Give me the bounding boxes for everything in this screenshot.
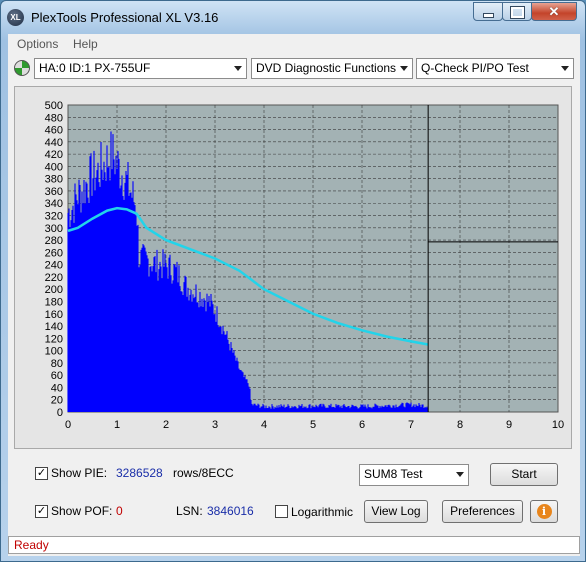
chevron-down-icon [456,472,464,477]
preferences-button[interactable]: Preferences [442,500,523,523]
y-tick-label: 160 [45,309,63,321]
x-tick-label: 0 [65,419,71,431]
y-tick-label: 380 [45,174,63,186]
y-tick-label: 240 [45,260,63,272]
y-tick-label: 260 [45,247,63,259]
lsn-value: 3846016 [207,504,254,518]
client-area: Options Help HA:0 ID:1 PX-755UF DVD Diag… [8,34,580,556]
y-tick-label: 60 [51,370,63,382]
maximize-button[interactable] [502,2,532,21]
view-log-button[interactable]: View Log [364,500,428,523]
minimize-button[interactable] [473,2,503,21]
maximize-icon [509,6,525,19]
y-tick-label: 360 [45,186,63,198]
info-button[interactable]: i [530,500,558,523]
y-tick-label: 20 [51,395,63,407]
y-tick-label: 280 [45,235,63,247]
show-pof-label: Show POF: [51,504,113,518]
logarithmic-label: Logarithmic [291,505,354,519]
pie-value: 3286528 [116,466,163,480]
logarithmic-checkbox[interactable] [275,505,288,518]
y-tick-label: 180 [45,296,63,308]
function-select[interactable]: DVD Diagnostic Functions [251,58,413,79]
toolbar: HA:0 ID:1 PX-755UF DVD Diagnostic Functi… [8,56,580,82]
drive-select-value: HA:0 ID:1 PX-755UF [39,61,151,75]
y-tick-label: 300 [45,223,63,235]
sum-test-select[interactable]: SUM8 Test [359,464,469,486]
y-tick-label: 140 [45,321,63,333]
y-tick-label: 40 [51,382,63,394]
menu-help[interactable]: Help [73,37,98,51]
x-tick-label: 4 [261,419,267,431]
chevron-down-icon [400,66,408,71]
x-tick-label: 2 [163,419,169,431]
show-pie-label: Show PIE: [51,466,108,480]
controls-panel: ✓ Show PIE: 3286528 rows/8ECC SUM8 Test … [8,454,580,534]
chart-panel: 0 20 40 60 80 100 120 140 160 180 200 220 240 260 280 3… [14,86,572,449]
x-tick-label: 8 [457,419,463,431]
y-tick-label: 440 [45,137,63,149]
y-tick-label: 220 [45,272,63,284]
status-text: Ready [14,538,49,552]
x-tick-label: 9 [506,419,512,431]
x-tick-label: 6 [359,419,365,431]
window-title: PlexTools Professional XL V3.16 [31,10,219,25]
pie-po-chart: 0204060801001201401601802002202402602803… [45,100,564,431]
test-select[interactable]: Q-Check PI/PO Test [416,58,574,79]
lsn-label: LSN: [176,504,203,518]
y-tick-label: 460 [45,125,63,137]
start-button[interactable]: Start [490,463,558,486]
menu-bar: Options Help [8,34,580,54]
y-tick-label: 200 [45,284,63,296]
status-bar: Ready [8,536,580,554]
y-tick-label: 480 [45,112,63,124]
show-pie-checkbox[interactable]: ✓ [35,467,48,480]
x-tick-label: 3 [212,419,218,431]
pie-unit: rows/8ECC [173,466,234,480]
y-tick-label: 400 [45,161,63,173]
drive-icon [14,60,30,76]
minimize-icon [482,13,494,18]
pof-value: 0 [116,504,123,518]
app-icon: XL [7,9,24,26]
y-tick-label: 0 [57,407,63,419]
y-tick-label: 100 [45,346,63,358]
x-tick-label: 10 [552,419,564,431]
close-button[interactable]: ✕ [531,2,577,21]
main-window: XL PlexTools Professional XL V3.16 ✕ Opt… [0,0,586,562]
sum-test-value: SUM8 Test [364,467,423,481]
x-tick-label: 5 [310,419,316,431]
y-tick-label: 120 [45,333,63,345]
y-tick-label: 320 [45,211,63,223]
drive-select[interactable]: HA:0 ID:1 PX-755UF [34,58,247,79]
y-tick-label: 80 [51,358,63,370]
title-bar[interactable]: XL PlexTools Professional XL V3.16 ✕ [1,1,585,34]
x-tick-label: 1 [114,419,120,431]
test-select-value: Q-Check PI/PO Test [421,61,529,75]
close-icon: ✕ [548,4,560,19]
chevron-down-icon [561,66,569,71]
y-tick-label: 500 [45,100,63,112]
menu-options[interactable]: Options [17,37,58,51]
chevron-down-icon [234,66,242,71]
x-tick-label: 7 [408,419,414,431]
y-tick-label: 340 [45,198,63,210]
show-pof-checkbox[interactable]: ✓ [35,505,48,518]
function-select-value: DVD Diagnostic Functions [256,61,397,75]
info-icon: i [536,504,552,519]
y-tick-label: 420 [45,149,63,161]
